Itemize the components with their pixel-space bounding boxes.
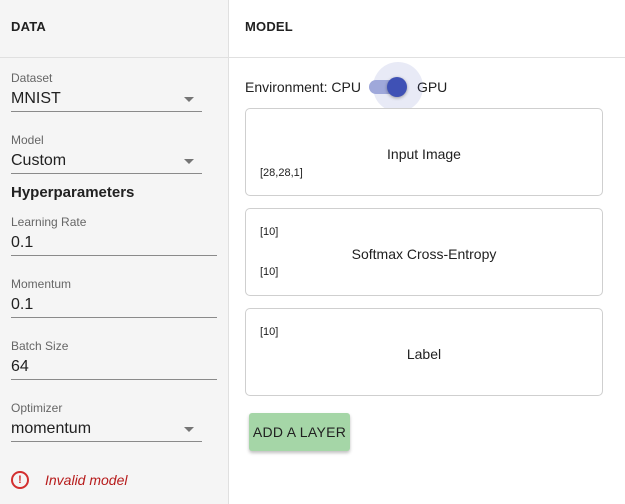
add-layer-button[interactable]: ADD A LAYER	[249, 413, 350, 451]
layer-card-softmax-cross-entropy[interactable]: [10] Softmax Cross-Entropy [10]	[245, 208, 603, 296]
model-panel: MODEL Environment: CPU GPU Input Image […	[229, 0, 625, 504]
model-panel-header: MODEL	[229, 0, 625, 58]
optimizer-value: momentum	[11, 420, 92, 437]
model-dropdown-arrow-icon[interactable]	[184, 159, 194, 164]
optimizer-dropdown-arrow-icon[interactable]	[184, 427, 194, 432]
switch-thumb[interactable]	[386, 77, 407, 97]
layer-input-shape: [10]	[260, 226, 279, 238]
hyperparameters-title: Hyperparameters	[11, 184, 135, 201]
dataset-label: Dataset	[11, 71, 53, 85]
momentum-field: Momentum	[11, 276, 217, 318]
optimizer-select[interactable]: Optimizer momentum	[11, 400, 202, 442]
layer-output-shape: [10]	[260, 266, 279, 278]
data-panel: DATA Dataset MNIST Model Custom Hyperpar…	[0, 0, 229, 504]
environment-cpu-label: Environment: CPU	[245, 79, 361, 95]
model-select[interactable]: Model Custom	[11, 132, 202, 174]
invalid-model-message: ! Invalid model	[11, 471, 128, 489]
layer-title: Softmax Cross-Entropy	[351, 246, 497, 262]
learning-rate-input[interactable]	[11, 231, 217, 255]
layer-card-label[interactable]: [10] Label	[245, 308, 603, 396]
dataset-select[interactable]: Dataset MNIST	[11, 70, 202, 112]
dataset-dropdown-arrow-icon[interactable]	[184, 97, 194, 102]
layer-title: Label	[406, 346, 442, 362]
model-value: Custom	[11, 152, 67, 169]
layer-title: Input Image	[387, 146, 461, 162]
invalid-model-text: Invalid model	[45, 472, 128, 488]
model-label: Model	[11, 133, 44, 147]
batch-size-field: Batch Size	[11, 338, 217, 380]
error-outline-icon: !	[11, 471, 29, 489]
momentum-label: Momentum	[11, 277, 72, 291]
batch-size-input[interactable]	[11, 355, 217, 379]
learning-rate-field: Learning Rate	[11, 214, 217, 256]
data-panel-header: DATA	[0, 0, 229, 58]
batch-size-label: Batch Size	[11, 339, 69, 353]
environment-toggle-row: Environment: CPU GPU	[245, 62, 447, 112]
learning-rate-label: Learning Rate	[11, 215, 87, 229]
optimizer-label: Optimizer	[11, 401, 63, 415]
momentum-input[interactable]	[11, 293, 217, 317]
layer-input-shape: [10]	[260, 326, 279, 338]
layer-card-input-image[interactable]: Input Image [28,28,1]	[245, 108, 603, 196]
dataset-value: MNIST	[11, 90, 61, 107]
environment-gpu-switch[interactable]	[367, 62, 423, 112]
layer-output-shape: [28,28,1]	[260, 167, 303, 179]
